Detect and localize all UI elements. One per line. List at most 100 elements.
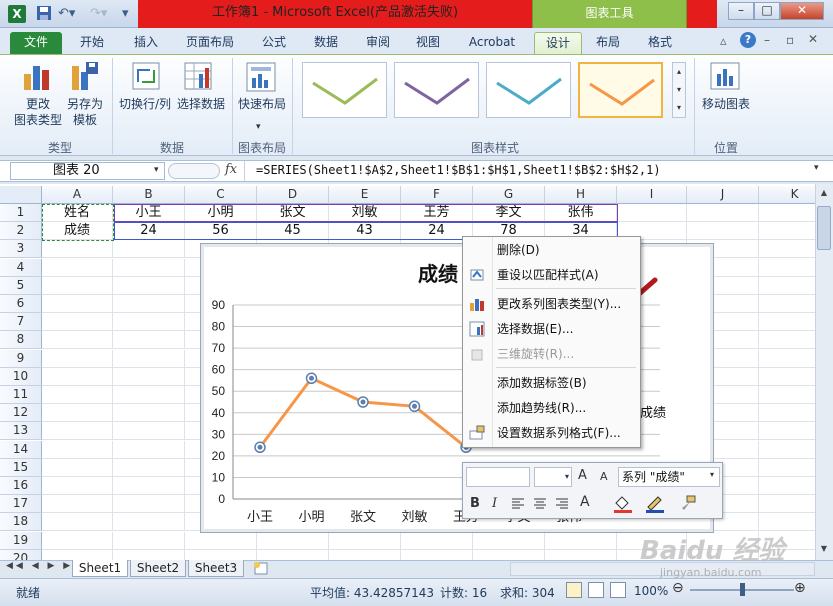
undo-icon[interactable]: ↶▾ bbox=[58, 5, 75, 23]
cell[interactable] bbox=[113, 331, 185, 350]
tab-design[interactable]: 设计 bbox=[534, 32, 582, 54]
ribbon-minimize-icon[interactable]: – bbox=[764, 33, 770, 47]
cell[interactable] bbox=[113, 367, 185, 386]
row-header[interactable]: 4 bbox=[0, 258, 42, 277]
align-left-icon[interactable] bbox=[510, 496, 528, 512]
tab-review[interactable]: 审阅 bbox=[356, 32, 400, 54]
cell[interactable] bbox=[113, 295, 185, 313]
tab-page-layout[interactable]: 页面布局 bbox=[176, 32, 244, 54]
cell[interactable] bbox=[42, 258, 113, 277]
cell[interactable] bbox=[617, 204, 687, 222]
tab-layout[interactable]: 布局 bbox=[586, 32, 630, 54]
save-icon[interactable] bbox=[36, 5, 52, 23]
series-selector[interactable]: 系列 "成绩" bbox=[618, 467, 720, 487]
cell[interactable] bbox=[113, 313, 185, 332]
row-header[interactable]: 7 bbox=[0, 313, 42, 332]
font-size-box[interactable]: ▾ bbox=[534, 467, 572, 487]
column-header[interactable]: I bbox=[617, 186, 687, 204]
cell[interactable] bbox=[113, 495, 185, 514]
column-header[interactable]: B bbox=[113, 186, 185, 204]
tab-formulas[interactable]: 公式 bbox=[252, 32, 296, 54]
cell[interactable] bbox=[113, 404, 185, 423]
row-header[interactable]: 5 bbox=[0, 276, 42, 295]
select-data-icon[interactable] bbox=[184, 62, 212, 93]
context-menu-item[interactable]: 更改系列图表类型(Y)... bbox=[463, 292, 640, 316]
cell[interactable] bbox=[42, 331, 113, 350]
sheet-tab-3[interactable]: Sheet3 bbox=[188, 560, 244, 577]
row-header[interactable]: 2 bbox=[0, 222, 42, 241]
switch-row-column-icon[interactable] bbox=[132, 62, 160, 93]
cell[interactable] bbox=[687, 222, 759, 241]
cell[interactable] bbox=[42, 477, 113, 495]
cell[interactable] bbox=[42, 386, 113, 404]
change-chart-type-icon[interactable] bbox=[22, 60, 52, 95]
quick-layout-icon[interactable] bbox=[246, 62, 276, 95]
cell[interactable] bbox=[113, 440, 185, 459]
line-color-icon[interactable] bbox=[644, 494, 666, 514]
move-chart-button[interactable]: 移动图表 bbox=[700, 96, 752, 112]
chart-style-3[interactable] bbox=[486, 62, 571, 118]
normal-view-icon[interactable] bbox=[566, 582, 582, 598]
align-center-icon[interactable] bbox=[532, 496, 550, 512]
row-header[interactable]: 13 bbox=[0, 422, 42, 441]
font-color-button[interactable]: A bbox=[580, 494, 590, 510]
switch-row-column-button[interactable]: 切换行/列 bbox=[116, 96, 174, 112]
column-header[interactable]: J bbox=[687, 186, 759, 204]
tab-view[interactable]: 视图 bbox=[406, 32, 450, 54]
tab-acrobat[interactable]: Acrobat bbox=[460, 32, 524, 54]
select-all-corner[interactable] bbox=[0, 186, 42, 204]
cell[interactable] bbox=[42, 404, 113, 423]
row-header[interactable]: 14 bbox=[0, 440, 42, 459]
cell[interactable] bbox=[113, 513, 185, 532]
cell[interactable] bbox=[42, 531, 113, 550]
scroll-up-icon[interactable]: ▲ bbox=[817, 188, 831, 202]
tab-insert[interactable]: 插入 bbox=[124, 32, 168, 54]
name-box-dropdown-icon[interactable]: ▾ bbox=[154, 165, 159, 175]
cell[interactable] bbox=[42, 422, 113, 441]
cell[interactable] bbox=[42, 513, 113, 532]
expand-formula-icon[interactable]: ▾ bbox=[814, 163, 819, 173]
zoom-out-icon[interactable]: ⊖ bbox=[672, 580, 684, 596]
quick-layout-button[interactable]: 快速布局 bbox=[236, 96, 288, 112]
bold-button[interactable]: B bbox=[470, 496, 480, 511]
font-name-box[interactable] bbox=[466, 467, 530, 487]
cell[interactable] bbox=[113, 422, 185, 441]
grow-font-button[interactable]: A bbox=[578, 468, 587, 483]
format-painter-icon[interactable] bbox=[678, 494, 698, 514]
quick-layout-dropdown-icon[interactable]: ▾ bbox=[256, 122, 261, 132]
column-header[interactable]: A bbox=[42, 186, 113, 204]
row-header[interactable]: 8 bbox=[0, 331, 42, 350]
context-menu-item[interactable]: 设置数据系列格式(F)... bbox=[463, 421, 640, 445]
tab-format[interactable]: 格式 bbox=[638, 32, 682, 54]
cell[interactable] bbox=[329, 531, 401, 550]
scroll-down-icon[interactable]: ▼ bbox=[817, 544, 831, 558]
column-header[interactable]: E bbox=[329, 186, 401, 204]
cell[interactable] bbox=[42, 276, 113, 295]
column-header[interactable]: D bbox=[257, 186, 329, 204]
minimize-button[interactable]: – bbox=[728, 2, 754, 20]
row-header[interactable]: 17 bbox=[0, 495, 42, 514]
save-as-template-button[interactable]: 另存为 模板 bbox=[62, 96, 108, 128]
formula-bar-splitter[interactable] bbox=[168, 163, 220, 179]
row-header[interactable]: 11 bbox=[0, 386, 42, 404]
chart-style-1[interactable] bbox=[302, 62, 387, 118]
italic-button[interactable]: I bbox=[492, 496, 497, 511]
row-header[interactable]: 9 bbox=[0, 349, 42, 368]
column-header[interactable]: G bbox=[473, 186, 545, 204]
cell[interactable] bbox=[42, 295, 113, 313]
insert-function-icon[interactable]: fx bbox=[225, 162, 237, 177]
page-layout-view-icon[interactable] bbox=[588, 582, 604, 598]
tab-file[interactable]: 文件 bbox=[10, 32, 62, 54]
change-chart-type-button[interactable]: 更改 图表类型 bbox=[12, 96, 64, 128]
cell[interactable] bbox=[545, 531, 617, 550]
ribbon-restore-icon[interactable]: ▫ bbox=[786, 33, 794, 47]
cell[interactable] bbox=[185, 531, 257, 550]
formula-input[interactable]: =SERIES(Sheet1!$A$2,Sheet1!$B$1:$H$1,She… bbox=[256, 163, 661, 177]
chart-legend[interactable]: 成绩 bbox=[640, 402, 666, 421]
series-selector-dropdown-icon[interactable]: ▾ bbox=[710, 470, 714, 479]
close-button[interactable]: ✕ bbox=[780, 2, 824, 20]
cell[interactable] bbox=[42, 349, 113, 368]
zoom-in-icon[interactable]: ⊕ bbox=[794, 580, 806, 596]
row-header[interactable]: 10 bbox=[0, 367, 42, 386]
move-chart-icon[interactable] bbox=[710, 62, 740, 93]
